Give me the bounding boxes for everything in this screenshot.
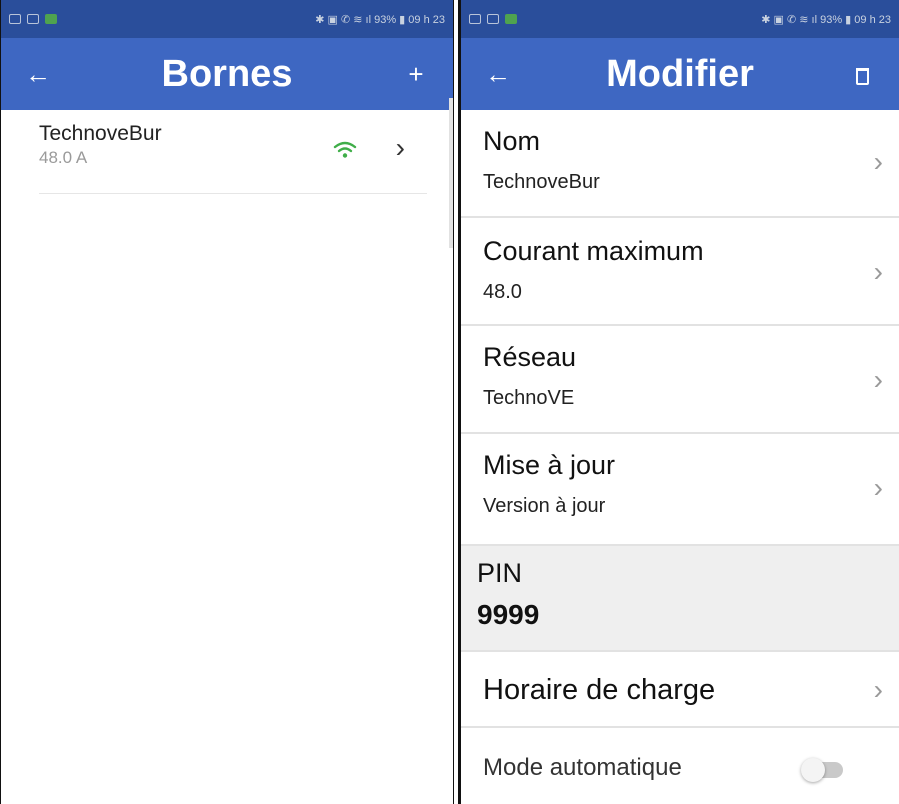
page-title: Bornes	[161, 52, 293, 95]
setting-row-reseau[interactable]: Réseau TechnoVE ›	[461, 326, 899, 434]
image-icon	[469, 14, 481, 24]
borne-current: 48.0 A	[39, 148, 88, 167]
pin-value: 9999	[477, 599, 540, 630]
setting-row-courant-maximum[interactable]: Courant maximum 48.0 ›	[461, 218, 899, 326]
signal-icon	[487, 14, 499, 24]
setting-value: TechnoveBur	[483, 171, 600, 193]
app-icon	[45, 14, 57, 24]
setting-label: PIN	[477, 558, 523, 588]
back-arrow-icon[interactable]: ←	[481, 59, 515, 90]
status-text: ✱ ▣ ✆ ≋ ıl 93% ▮ 09 h 23	[315, 13, 445, 26]
setting-row-mode-automatique: Mode automatique	[461, 728, 899, 804]
setting-value: TechnoVE	[483, 387, 575, 409]
setting-row-mise-a-jour[interactable]: Mise à jour Version à jour ›	[461, 434, 899, 546]
chevron-right-icon: ›	[873, 472, 883, 503]
chevron-right-icon: ›	[873, 674, 883, 705]
chevron-right-icon: ›	[873, 256, 883, 287]
page-title: Modifier	[606, 52, 754, 95]
app-bar: ← Modifier	[461, 38, 899, 110]
chevron-right-icon: ›	[395, 132, 405, 163]
setting-label: Horaire de charge	[483, 674, 716, 706]
status-bar: ✱ ▣ ✆ ≋ ıl 93% ▮ 09 h 23	[461, 0, 899, 38]
setting-value: Version à jour	[483, 495, 606, 517]
image-icon	[27, 14, 39, 24]
setting-label: Nom	[483, 126, 541, 156]
setting-value: 48.0	[483, 281, 522, 303]
toggle-knob	[801, 758, 825, 782]
app-icon	[505, 14, 517, 24]
setting-label: Réseau	[483, 342, 577, 372]
bornes-screen: ✱ ▣ ✆ ≋ ıl 93% ▮ 09 h 23 ← Bornes + Tech…	[0, 0, 454, 804]
borne-list-item[interactable]: TechnoveBur 48.0 A ›	[39, 118, 427, 194]
scrollbar[interactable]	[449, 98, 453, 248]
status-bar: ✱ ▣ ✆ ≋ ıl 93% ▮ 09 h 23	[1, 0, 453, 38]
wifi-icon	[333, 141, 357, 158]
signal-icon	[9, 14, 21, 24]
back-arrow-icon[interactable]: ←	[21, 59, 55, 90]
modifier-screen: ✱ ▣ ✆ ≋ ıl 93% ▮ 09 h 23 ← Modifier Nom …	[458, 0, 899, 804]
app-bar: ← Bornes +	[1, 38, 453, 110]
chevron-right-icon: ›	[873, 146, 883, 177]
add-icon[interactable]: +	[399, 59, 433, 90]
status-icons-left	[469, 14, 517, 24]
status-text: ✱ ▣ ✆ ≋ ıl 93% ▮ 09 h 23	[761, 13, 891, 26]
chevron-right-icon: ›	[873, 364, 883, 395]
setting-row-horaire-de-charge[interactable]: Horaire de charge ›	[461, 652, 899, 728]
trash-icon[interactable]	[845, 59, 879, 90]
setting-label: Mise à jour	[483, 450, 616, 480]
setting-row-nom[interactable]: Nom TechnoveBur ›	[461, 110, 899, 218]
mode-automatique-toggle[interactable]	[801, 758, 843, 782]
setting-row-pin: PIN 9999	[461, 546, 899, 652]
borne-name: TechnoveBur	[39, 122, 162, 145]
status-icons-left	[9, 14, 57, 24]
borne-texts: TechnoveBur 48.0 A	[39, 118, 427, 168]
setting-label: Courant maximum	[483, 236, 704, 266]
